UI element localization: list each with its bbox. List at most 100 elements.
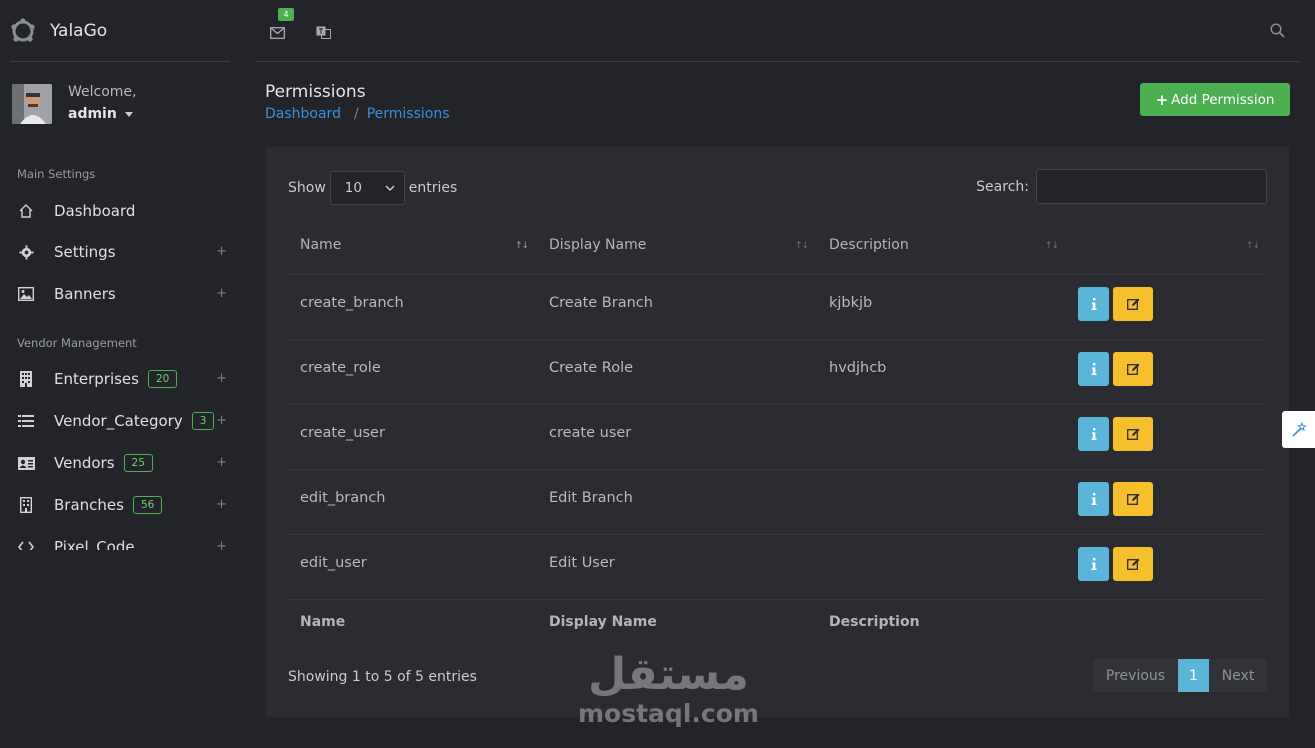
permissions-card: Show 10 entries Search: Name ↑↓ Display … bbox=[266, 147, 1289, 717]
pagination: Previous 1 Next bbox=[1093, 659, 1267, 692]
cell-name: create_role bbox=[300, 360, 381, 376]
column-header-description[interactable]: Description bbox=[829, 237, 909, 253]
add-permission-button[interactable]: + Add Permission bbox=[1140, 83, 1290, 116]
edit-button[interactable] bbox=[1113, 287, 1153, 321]
cell-display-name: Create Branch bbox=[549, 295, 653, 311]
user-panel: Welcome, admin bbox=[12, 84, 137, 124]
cell-name: edit_user bbox=[300, 555, 367, 571]
edit-button[interactable] bbox=[1113, 482, 1153, 516]
search-icon[interactable] bbox=[1270, 23, 1285, 42]
info-icon bbox=[1091, 298, 1096, 310]
chevron-down-icon bbox=[385, 185, 395, 192]
sidebar-item-vendor-category[interactable]: Vendor_Category 3 + bbox=[17, 406, 230, 436]
breadcrumb: Dashboard / Permissions bbox=[265, 106, 450, 122]
next-page-button[interactable]: Next bbox=[1209, 659, 1267, 692]
info-button[interactable] bbox=[1078, 352, 1109, 386]
customizer-toggle[interactable] bbox=[1282, 411, 1315, 448]
cell-description: hvdjhcb bbox=[829, 360, 887, 376]
brand-name: YalaGo bbox=[50, 21, 108, 41]
sort-icon[interactable]: ↑↓ bbox=[1045, 241, 1059, 251]
divider bbox=[255, 61, 1300, 62]
expand-icon[interactable]: + bbox=[216, 497, 227, 512]
expand-icon[interactable]: + bbox=[216, 413, 227, 428]
sort-icon[interactable]: ↑↓ bbox=[1246, 241, 1260, 251]
sort-icon[interactable]: ↑↓ bbox=[795, 241, 809, 251]
page-1-button[interactable]: 1 bbox=[1178, 659, 1209, 692]
image-icon bbox=[17, 285, 35, 303]
sidebar-item-label: Vendors bbox=[54, 454, 115, 472]
user-name: admin bbox=[68, 106, 117, 122]
home-icon bbox=[17, 202, 35, 220]
caret-down-icon bbox=[124, 111, 133, 117]
brand[interactable]: YalaGo bbox=[10, 14, 107, 48]
breadcrumb-permissions[interactable]: Permissions bbox=[367, 106, 450, 122]
edit-button[interactable] bbox=[1113, 547, 1153, 581]
breadcrumb-dashboard[interactable]: Dashboard bbox=[265, 106, 341, 122]
column-header-display-name[interactable]: Display Name bbox=[549, 237, 646, 253]
section-vendor-management: Vendor Management bbox=[17, 336, 137, 350]
mail-icon[interactable] bbox=[270, 24, 285, 43]
expand-icon[interactable]: + bbox=[216, 371, 227, 386]
column-header-name[interactable]: Name bbox=[300, 237, 341, 253]
divider bbox=[288, 599, 1266, 600]
sidebar-clip: Pixel_Code + bbox=[0, 532, 245, 550]
footer-header-description: Description bbox=[829, 614, 920, 630]
edit-button[interactable] bbox=[1113, 352, 1153, 386]
sidebar-item-pixel-code[interactable]: Pixel_Code + bbox=[17, 532, 230, 550]
search-label: Search: bbox=[976, 178, 1029, 195]
watermark-arabic: مستقل bbox=[588, 649, 749, 700]
table-search: Search: bbox=[976, 169, 1267, 204]
info-icon bbox=[1091, 428, 1096, 440]
footer-header-name: Name bbox=[300, 614, 346, 630]
breadcrumb-separator: / bbox=[353, 106, 359, 122]
sidebar-item-label: Pixel_Code bbox=[54, 538, 135, 550]
sidebar-item-vendors[interactable]: Vendors 25 + bbox=[17, 448, 230, 478]
building-icon bbox=[17, 370, 35, 388]
info-button[interactable] bbox=[1078, 482, 1109, 516]
cell-display-name: Edit User bbox=[549, 555, 615, 571]
sidebar-item-label: Enterprises bbox=[54, 370, 139, 388]
id-card-icon bbox=[17, 454, 35, 472]
info-button[interactable] bbox=[1078, 417, 1109, 451]
sidebar-item-banners[interactable]: Banners + bbox=[17, 279, 230, 309]
page-title: Permissions bbox=[265, 82, 366, 102]
expand-icon[interactable]: + bbox=[216, 286, 227, 301]
info-button[interactable] bbox=[1078, 547, 1109, 581]
info-button[interactable] bbox=[1078, 287, 1109, 321]
sort-asc-icon[interactable]: ↑↓ bbox=[515, 241, 529, 251]
expand-icon[interactable]: + bbox=[216, 244, 227, 259]
edit-button[interactable] bbox=[1113, 417, 1153, 451]
language-icon[interactable] bbox=[316, 24, 331, 43]
notification-badge: 4 bbox=[278, 8, 294, 21]
cell-display-name: Edit Branch bbox=[549, 490, 633, 506]
table-info: Showing 1 to 5 of 5 entries bbox=[288, 669, 477, 685]
avatar bbox=[12, 84, 52, 124]
sidebar-item-label: Dashboard bbox=[54, 202, 136, 220]
expand-icon[interactable]: + bbox=[216, 455, 227, 470]
sidebar-item-dashboard[interactable]: Dashboard bbox=[17, 196, 230, 226]
divider bbox=[10, 61, 230, 62]
expand-icon[interactable]: + bbox=[216, 539, 227, 550]
sidebar: YalaGo Welcome, admin Main Settings Dash… bbox=[0, 0, 245, 748]
page-length: Show 10 entries bbox=[288, 171, 457, 205]
magic-wand-icon bbox=[1291, 421, 1307, 437]
watermark-latin: mostaql.com bbox=[578, 699, 759, 728]
page-size-select[interactable]: 10 bbox=[329, 171, 405, 205]
show-label: Show bbox=[288, 180, 326, 196]
cell-name: create_branch bbox=[300, 295, 404, 311]
sidebar-item-enterprises[interactable]: Enterprises 20 + bbox=[17, 364, 230, 394]
previous-page-button[interactable]: Previous bbox=[1093, 659, 1178, 692]
gear-icon bbox=[17, 243, 35, 261]
sidebar-item-branches[interactable]: Branches 56 + bbox=[17, 490, 230, 520]
divider bbox=[288, 404, 1266, 405]
divider bbox=[288, 469, 1266, 470]
edit-icon bbox=[1126, 428, 1139, 440]
divider bbox=[288, 534, 1266, 535]
user-menu[interactable]: admin bbox=[68, 106, 137, 122]
count-badge: 25 bbox=[123, 454, 153, 472]
cell-name: create_user bbox=[300, 425, 385, 441]
footer-header-display-name: Display Name bbox=[549, 614, 657, 630]
edit-icon bbox=[1126, 493, 1139, 505]
sidebar-item-settings[interactable]: Settings + bbox=[17, 237, 230, 267]
search-input[interactable] bbox=[1036, 169, 1267, 204]
